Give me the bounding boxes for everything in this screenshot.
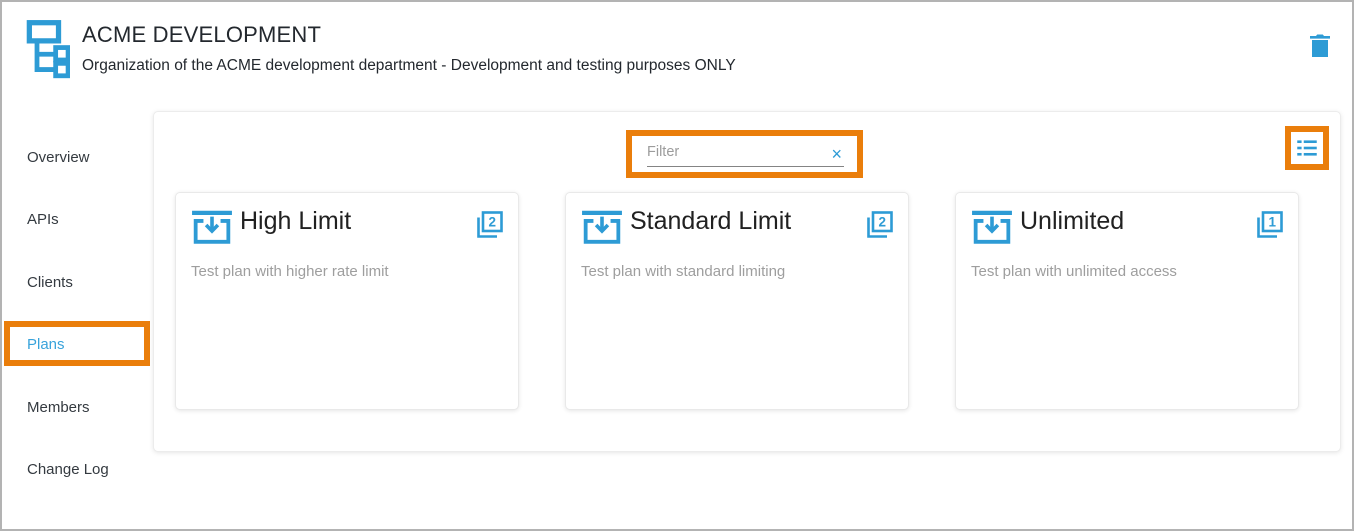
org-chart-icon [26, 19, 70, 79]
trash-icon [1308, 32, 1332, 60]
plan-tray-download-icon [190, 210, 234, 248]
list-view-button[interactable] [1294, 135, 1320, 161]
plan-card-unlimited[interactable]: Unlimited 1 Test plan with unlimited acc… [955, 192, 1299, 410]
plan-card-standard-limit[interactable]: Standard Limit 2 Test plan with standard… [565, 192, 909, 410]
plan-title: Standard Limit [630, 207, 791, 236]
filter-input[interactable] [647, 144, 844, 160]
page-title: ACME DEVELOPMENT [82, 22, 321, 48]
plan-title: Unlimited [1020, 207, 1124, 236]
delete-organization-button[interactable] [1304, 29, 1336, 63]
sidebar-item-plans[interactable]: Plans [27, 336, 65, 353]
annotation-filter-highlight: × [626, 130, 863, 178]
plan-description: Test plan with unlimited access [971, 263, 1177, 280]
api-count: 2 [878, 215, 886, 230]
clear-filter-button[interactable]: × [831, 145, 842, 163]
plan-description: Test plan with higher rate limit [191, 263, 389, 280]
api-count-badge-icon: 2 [474, 209, 504, 241]
sidebar-item-clients[interactable]: Clients [27, 274, 73, 291]
plan-tray-download-icon [970, 210, 1014, 248]
api-count-badge-icon: 2 [864, 209, 894, 241]
sidebar-item-members[interactable]: Members [27, 399, 90, 416]
annotation-plans-highlight [4, 321, 150, 366]
sidebar-item-change-log[interactable]: Change Log [27, 461, 109, 478]
list-icon [1294, 135, 1320, 161]
plan-description: Test plan with standard limiting [581, 263, 785, 280]
close-icon: × [831, 144, 842, 164]
filter-field: × [647, 138, 844, 167]
plan-card-high-limit[interactable]: High Limit 2 Test plan with higher rate … [175, 192, 519, 410]
plan-tray-download-icon [580, 210, 624, 248]
api-count: 2 [488, 215, 496, 230]
sidebar-item-overview[interactable]: Overview [27, 149, 90, 166]
sidebar-item-apis[interactable]: APIs [27, 211, 59, 228]
organization-page: ACME DEVELOPMENT Organization of the ACM… [0, 0, 1354, 531]
page-subtitle: Organization of the ACME development dep… [82, 57, 736, 75]
plan-title: High Limit [240, 207, 351, 236]
api-count: 1 [1268, 215, 1276, 230]
api-count-badge-icon: 1 [1254, 209, 1284, 241]
annotation-list-view-highlight [1285, 126, 1329, 170]
